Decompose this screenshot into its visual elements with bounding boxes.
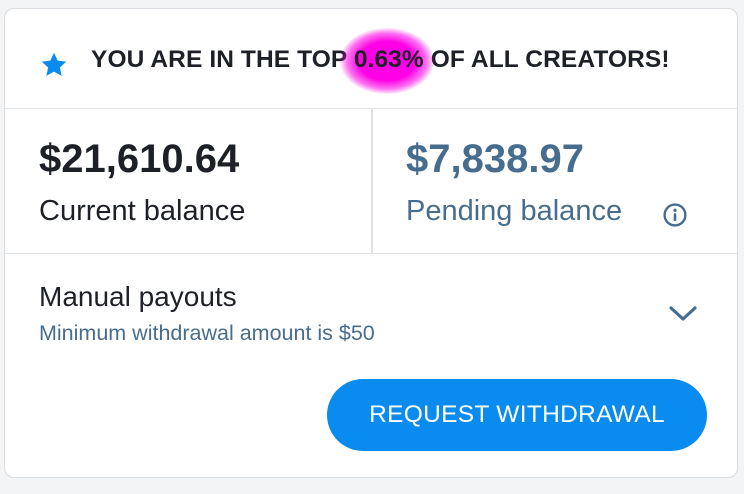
banner-text-before: YOU ARE IN THE TOP <box>91 46 354 73</box>
info-icon[interactable] <box>662 202 688 228</box>
current-balance-amount: $21,610.64 <box>39 137 240 181</box>
minimum-withdrawal-note: Minimum withdrawal amount is $50 <box>39 321 375 345</box>
pending-balance-label: Pending balance <box>406 195 623 227</box>
earnings-card: YOU ARE IN THE TOP 0.63% OF ALL CREATORS… <box>4 8 738 478</box>
star-icon <box>41 52 67 76</box>
top-creator-banner: YOU ARE IN THE TOP 0.63% OF ALL CREATORS… <box>5 9 737 109</box>
request-withdrawal-button[interactable]: REQUEST WITHDRAWAL <box>327 379 707 451</box>
rank-percent: 0.63% <box>353 46 424 73</box>
current-balance-label: Current balance <box>39 195 246 227</box>
manual-payouts-title: Manual payouts <box>39 281 237 312</box>
banner-text-after: OF ALL CREATORS! <box>423 46 670 73</box>
balances-divider <box>371 109 373 253</box>
chevron-down-icon[interactable] <box>667 303 699 325</box>
rank-percent-highlight: 0.63% <box>339 28 434 94</box>
pending-balance-amount: $7,838.97 <box>406 137 584 181</box>
top-creator-message: YOU ARE IN THE TOP 0.63% OF ALL CREATORS… <box>91 28 670 94</box>
